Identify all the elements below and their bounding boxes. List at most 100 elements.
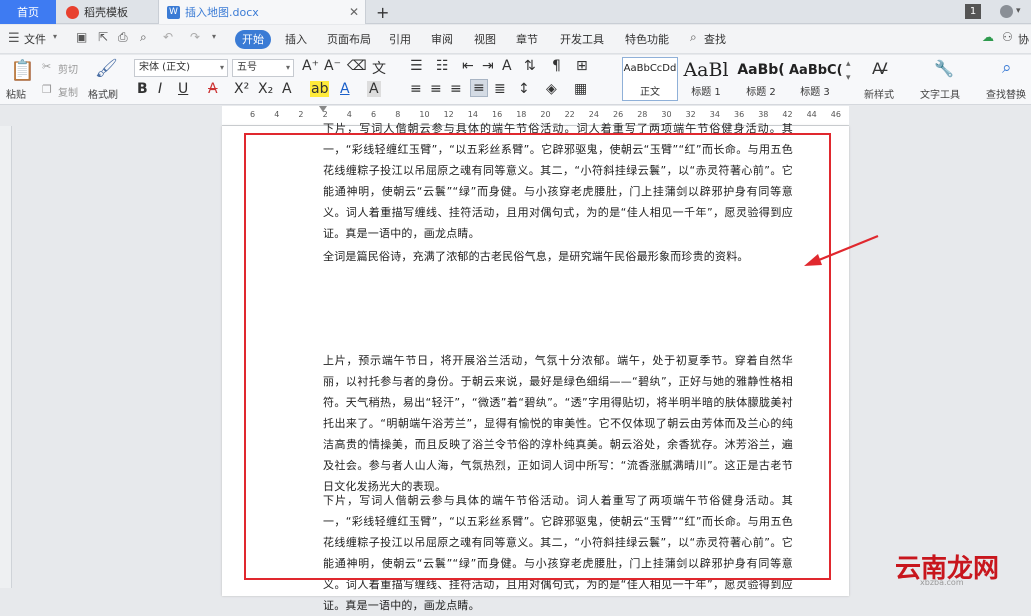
watermark-sub: xbzba.com [920,578,964,587]
scissors-icon[interactable]: ✂ [42,60,51,73]
redo-icon[interactable]: ↷ [190,30,200,44]
close-icon[interactable]: ✕ [349,5,359,19]
find-replace-button[interactable]: 查找替换 [986,86,1026,101]
ruler-tick: 2 [298,110,304,119]
new-style-icon[interactable]: Ꜻ [872,59,888,78]
chevron-down-icon[interactable]: ▾ [1016,6,1021,16]
style-normal[interactable]: AaBbCcDd 正文 [622,57,678,101]
align-center-icon[interactable]: ≡ [430,81,442,97]
share-icon[interactable]: ⚇ [1002,30,1013,44]
wrench-icon[interactable]: 🔧 [934,59,954,78]
indent-marker[interactable] [319,106,327,112]
ruler-tick: 44 [806,110,817,119]
bold-icon[interactable]: B [137,81,148,97]
tab-home[interactable]: 首页 [0,0,56,24]
format-painter-button[interactable]: 格式刷 [88,86,118,101]
line-spacing-icon[interactable]: ↕ [518,81,530,97]
undo-icon[interactable]: ↶ [163,30,173,44]
borders-icon[interactable]: ▦ [574,81,587,97]
menu-page-layout[interactable]: 页面布局 [327,31,371,47]
search-icon[interactable]: ⌕ [1002,58,1012,78]
clear-format-icon[interactable]: ⌫ [347,58,367,74]
style-heading-2[interactable]: AaBb( 标题 2 [734,57,788,101]
strikethrough-icon[interactable]: A [208,81,218,97]
bullet-list-icon[interactable]: ☰ [410,58,423,74]
font-size-select[interactable]: 五号 ▾ [232,59,294,77]
vertical-ruler[interactable] [0,126,12,588]
menu-review[interactable]: 审阅 [431,31,453,47]
style-heading-3[interactable]: AaBbC( 标题 3 [788,57,843,101]
superscript-icon[interactable]: X² [234,81,249,97]
annotation-box [244,133,831,580]
decrease-indent-icon[interactable]: ⇤ [462,58,474,74]
menu-references[interactable]: 引用 [389,31,411,47]
chevron-down-icon[interactable]: ▾ [212,32,216,41]
paste-icon[interactable]: 📋 [10,58,35,82]
increase-indent-icon[interactable]: ⇥ [482,58,494,74]
export-icon[interactable]: ⇱ [98,30,108,44]
preview-icon[interactable]: ⌕ [140,30,147,45]
text-effect-icon[interactable]: A [282,81,292,97]
style-heading-1[interactable]: AaBl 标题 1 [680,57,732,101]
numbered-list-icon[interactable]: ☷ [436,58,449,74]
search-icon[interactable]: ⌕ [690,30,697,45]
ribbon-toolbar: 📋 粘贴 ✂ 剪切 ❐ 复制 🖌 格式刷 宋体 (正文) ▾ 五号 ▾ A⁺ A⁻ … [0,55,1031,105]
shading-icon[interactable]: ◈ [546,81,557,97]
menu-search[interactable]: 查找 [704,31,726,47]
copy-icon[interactable]: ❐ [42,83,52,96]
hamburger-icon[interactable]: ☰ [8,31,20,46]
copy-button[interactable]: 复制 [58,84,78,99]
char-shading-icon[interactable]: A [367,81,381,97]
text-tools-button[interactable]: 文字工具 [920,86,960,101]
wps-template-icon [66,5,79,19]
tab-document[interactable]: W 插入地图.docx ✕ [158,0,366,24]
phonetic-icon[interactable]: 文 [372,58,386,78]
align-right-icon[interactable]: ≡ [450,81,462,97]
new-style-button[interactable]: 新样式 [864,86,894,101]
menu-file[interactable]: 文件 [24,31,46,47]
tab-template-label: 稻壳模板 [84,6,128,19]
distribute-icon[interactable]: ≣ [494,81,506,97]
tab-bar: 首页 稻壳模板 W 插入地图.docx ✕ + 1 ▾ [0,0,1031,24]
menu-developer[interactable]: 开发工具 [560,31,604,47]
cloud-sync-icon[interactable]: ☁ [982,30,994,44]
menu-collab[interactable]: 协 [1018,31,1029,47]
sort-icon[interactable]: ⇅ [524,58,536,74]
font-shrink-icon[interactable]: A⁻ [324,58,341,74]
font-color-icon[interactable]: A [340,81,350,97]
tab-template[interactable]: 稻壳模板 [58,0,158,24]
font-name-select[interactable]: 宋体 (正文) ▾ [134,59,228,77]
tab-document-label: 插入地图.docx [185,6,259,19]
save-icon[interactable]: ▣ [76,30,87,44]
chevron-down-icon[interactable]: ▾ [846,73,851,83]
highlight-icon[interactable]: ab [310,81,330,97]
cut-button[interactable]: 剪切 [58,61,78,76]
justify-icon[interactable]: ≡ [470,79,488,97]
chinese-layout-icon[interactable]: A [502,58,512,74]
menu-bar: ☰ 文件 ▾ ▣ ⇱ ⎙ ⌕ ↶ ↷ ▾ 开始 插入 页面布局 引用 审阅 视图… [0,25,1031,54]
menu-insert[interactable]: 插入 [285,31,307,47]
menu-features[interactable]: 特色功能 [625,31,669,47]
word-doc-icon: W [167,5,180,19]
menu-chapter[interactable]: 章节 [516,31,538,47]
ruler-tick: 4 [274,110,280,119]
italic-icon[interactable]: I [158,81,162,97]
avatar[interactable] [1000,5,1013,18]
font-grow-icon[interactable]: A⁺ [302,58,319,74]
menu-view[interactable]: 视图 [474,31,496,47]
underline-icon[interactable]: U [178,81,188,97]
tab-start[interactable]: 开始 [235,30,271,49]
show-marks-icon[interactable]: ¶ [552,58,561,74]
window-count-badge[interactable]: 1 [965,4,981,19]
ruler-tick: 46 [830,110,841,119]
annotation-arrow [804,234,879,266]
align-left-icon[interactable]: ≡ [410,81,422,97]
subscript-icon[interactable]: X₂ [258,81,273,97]
new-tab-button[interactable]: + [376,0,389,24]
format-painter-icon[interactable]: 🖌 [95,58,118,79]
chevron-up-icon[interactable]: ▴ [846,59,851,69]
print-icon[interactable]: ⎙ [118,30,128,45]
chevron-down-icon[interactable]: ▾ [53,32,57,41]
table-icon[interactable]: ⊞ [576,58,588,74]
paste-button[interactable]: 粘贴 [6,86,26,101]
